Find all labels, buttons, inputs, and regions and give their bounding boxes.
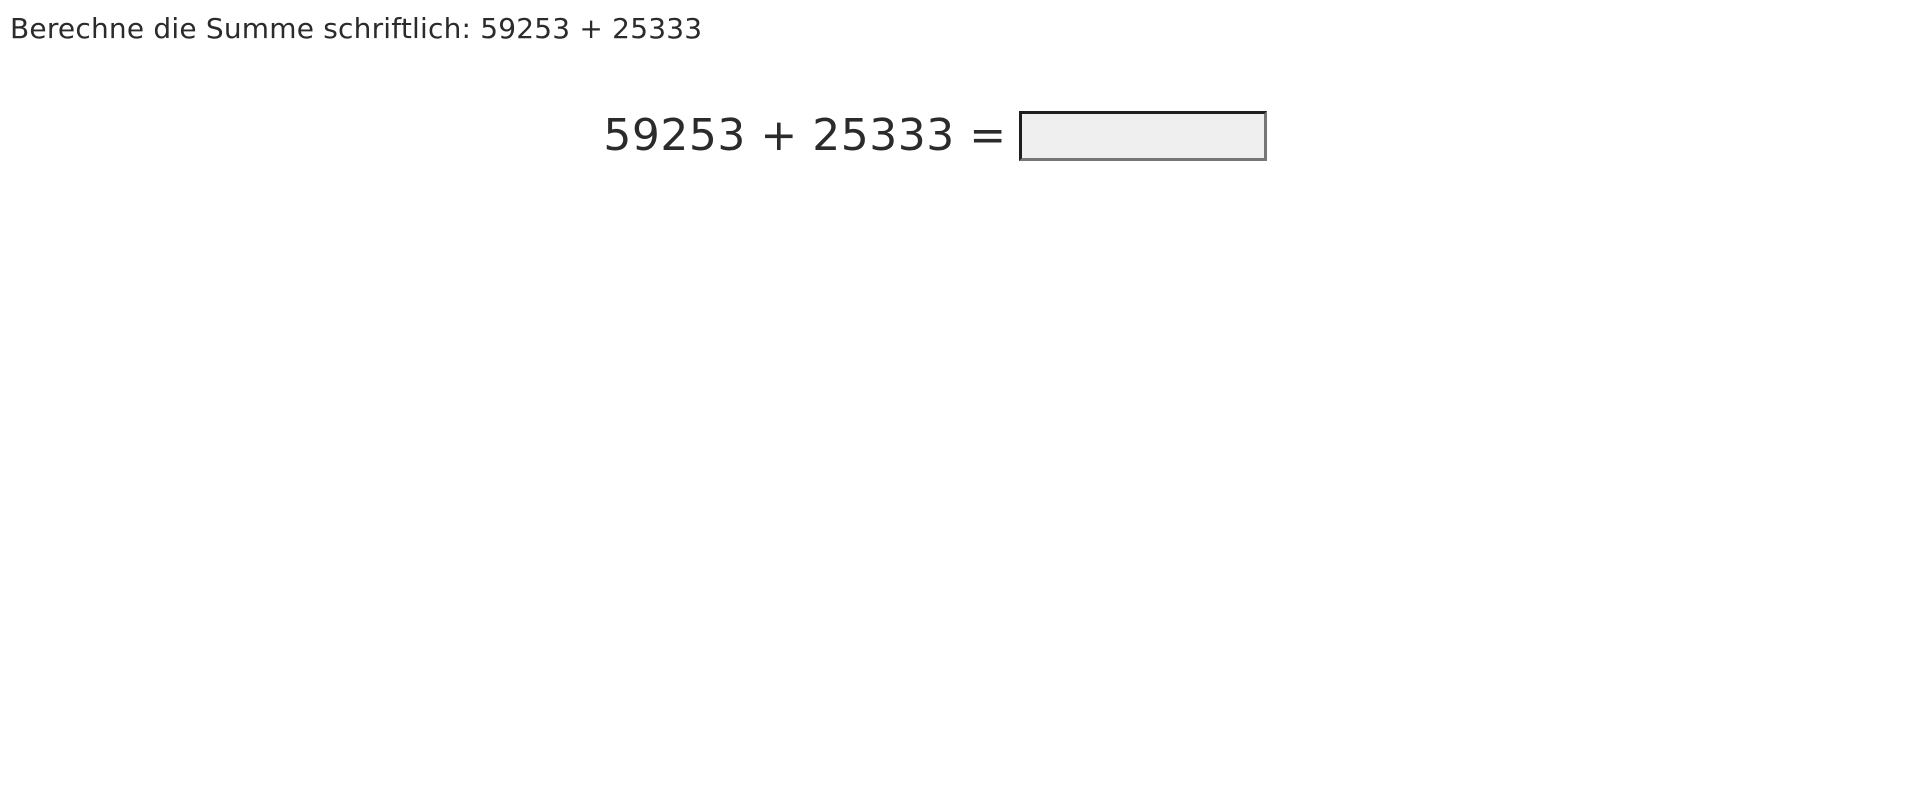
task-instruction: Berechne die Summe schriftlich: 59253 + …	[10, 12, 703, 45]
equation-text: 59253 + 25333 =	[603, 110, 1007, 161]
answer-input[interactable]	[1018, 111, 1267, 161]
equation-row: 59253 + 25333 =	[0, 106, 1920, 166]
